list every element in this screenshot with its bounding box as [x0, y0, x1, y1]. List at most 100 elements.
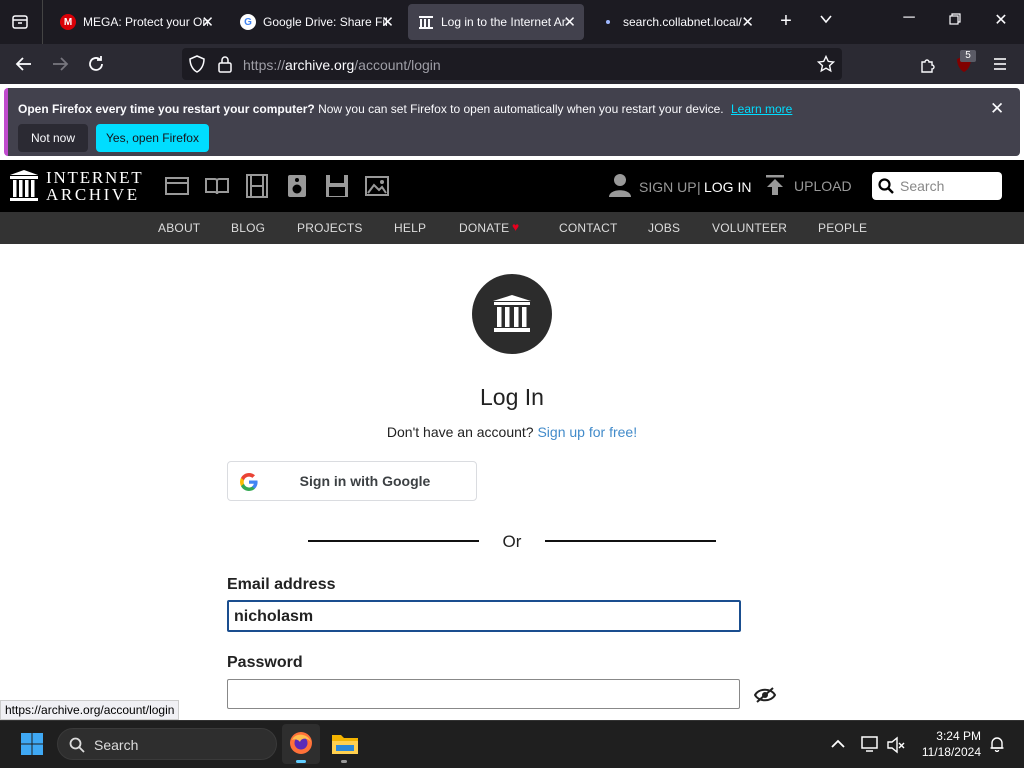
close-tab-icon[interactable]: ✕ — [741, 13, 754, 31]
password-field[interactable] — [227, 679, 740, 709]
learn-more-link[interactable]: Learn more — [731, 102, 792, 116]
email-value: nicholasm — [234, 608, 314, 625]
log-in-link[interactable]: LOG IN — [704, 179, 751, 195]
account-separator: | — [697, 179, 701, 195]
clock-date[interactable]: 11/18/2024 — [915, 745, 981, 759]
yes-open-firefox-button[interactable]: Yes, open Firefox — [96, 124, 209, 152]
close-window-button[interactable]: ✕ — [986, 10, 1016, 30]
or-separator: Or — [502, 532, 522, 551]
close-tab-icon[interactable]: ✕ — [563, 13, 576, 31]
heart-icon: ♥ — [512, 220, 520, 234]
tab-list-icon[interactable] — [10, 12, 30, 32]
tab-strip: M MEGA: Protect your Online Privacy ✕ G … — [0, 0, 1024, 44]
nav-donate[interactable]: DONATE — [459, 221, 509, 235]
sign-up-free-link[interactable]: Sign up for free! — [537, 424, 637, 440]
divider-right — [545, 540, 716, 542]
search-icon — [878, 178, 894, 194]
notification-description: Now you can set Firefox to open automati… — [318, 102, 724, 116]
google-favicon-icon: G — [240, 14, 256, 30]
texts-book-icon[interactable] — [205, 174, 229, 198]
tab-divider — [42, 0, 43, 44]
google-sign-in-button[interactable]: Sign in with Google — [227, 461, 477, 501]
network-display-icon[interactable] — [861, 735, 879, 753]
url-host: archive.org — [285, 57, 355, 73]
upload-link[interactable]: UPLOAD — [794, 178, 852, 194]
archive-favicon-icon — [418, 14, 434, 30]
back-button[interactable] — [12, 52, 36, 76]
minimize-button[interactable]: ─ — [894, 9, 924, 27]
url-text[interactable]: https://archive.org/account/login — [243, 57, 441, 73]
signup-prompt: Don't have an account? Sign up for free! — [0, 424, 1024, 440]
nav-volunteer[interactable]: VOLUNTEER — [712, 221, 787, 235]
url-prefix: https:// — [243, 57, 286, 73]
show-password-eye-icon[interactable] — [753, 686, 777, 704]
no-account-text: Don't have an account? — [386, 424, 534, 440]
nav-about[interactable]: ABOUT — [158, 221, 200, 235]
close-tab-icon[interactable]: ✕ — [201, 13, 214, 31]
volume-muted-icon[interactable] — [887, 736, 905, 754]
notification-question: Open Firefox every time you restart your… — [18, 102, 315, 116]
app-menu-icon[interactable] — [991, 55, 1009, 73]
divider-left — [308, 540, 479, 542]
video-film-icon[interactable] — [245, 174, 269, 198]
nav-people[interactable]: PEOPLE — [818, 221, 867, 235]
software-floppy-icon[interactable] — [325, 174, 349, 198]
show-hidden-icons-chevron-icon[interactable] — [830, 737, 846, 751]
upload-arrow-icon[interactable] — [765, 174, 785, 196]
clock-time[interactable]: 3:24 PM — [915, 729, 981, 743]
tab-title: MEGA: Protect your Online Privacy — [83, 15, 208, 29]
notifications-bell-icon[interactable] — [989, 736, 1005, 753]
images-icon[interactable] — [365, 174, 389, 198]
windows-start-icon[interactable] — [21, 733, 43, 755]
mega-favicon-icon: M — [60, 14, 76, 30]
audio-speaker-icon[interactable] — [285, 174, 309, 198]
firefox-taskbar-icon[interactable] — [282, 724, 320, 764]
tab-title: Log in to the Internet Archive — [441, 15, 566, 29]
taskbar-search-icon — [69, 737, 85, 753]
ia-logo-line2: ARCHIVE — [46, 185, 140, 204]
reload-button[interactable] — [84, 52, 108, 76]
url-path: /account/login — [354, 57, 441, 73]
lock-icon[interactable] — [216, 55, 234, 73]
ia-logo[interactable]: INTERNET ARCHIVE — [8, 168, 148, 204]
list-all-tabs-button[interactable] — [811, 12, 841, 31]
collabnet-favicon-icon — [600, 14, 616, 30]
forward-button[interactable] — [48, 52, 72, 76]
tab-title: Google Drive: Share Files Online — [263, 15, 388, 29]
restore-button[interactable] — [940, 12, 970, 30]
tracking-protection-shield-icon[interactable] — [188, 55, 206, 73]
ia-circle-logo-icon — [472, 274, 552, 354]
bookmark-star-icon[interactable] — [816, 54, 836, 73]
tab-google-drive[interactable]: G Google Drive: Share Files Online ✕ — [230, 4, 402, 40]
link-status-tooltip: https://archive.org/account/login — [0, 700, 180, 720]
new-tab-button[interactable]: + — [771, 10, 801, 33]
file-explorer-folder-icon[interactable] — [328, 724, 362, 764]
extensions-puzzle-icon[interactable] — [918, 55, 938, 75]
nav-help[interactable]: HELP — [394, 221, 426, 235]
ia-logo-icon — [10, 170, 38, 201]
google-button-label: Sign in with Google — [299, 473, 431, 489]
sign-up-link[interactable]: SIGN UP — [639, 179, 697, 195]
nav-contact[interactable]: CONTACT — [559, 221, 618, 235]
tab-title: search.collabnet.local/ — [623, 15, 742, 29]
nav-projects[interactable]: PROJECTS — [297, 221, 363, 235]
tab-internet-archive[interactable]: Log in to the Internet Archive ✕ — [408, 4, 584, 40]
web-media-icon[interactable] — [165, 174, 189, 198]
notification-text: Open Firefox every time you restart your… — [18, 102, 792, 116]
email-field[interactable]: nicholasm — [227, 600, 741, 632]
user-avatar-icon[interactable] — [609, 173, 631, 197]
page-title: Log In — [480, 384, 544, 410]
ia-search-box[interactable]: Search — [872, 172, 1002, 200]
taskbar-search-box[interactable]: Search — [57, 728, 277, 760]
tab-collabnet[interactable]: search.collabnet.local/ ✕ — [590, 4, 762, 40]
nav-blog[interactable]: BLOG — [231, 221, 265, 235]
not-now-button[interactable]: Not now — [18, 124, 88, 152]
close-tab-icon[interactable]: ✕ — [381, 13, 394, 31]
nav-jobs[interactable]: JOBS — [648, 221, 680, 235]
extension-badge: 5 — [960, 50, 976, 62]
tab-mega[interactable]: M MEGA: Protect your Online Privacy ✕ — [50, 4, 222, 40]
ia-top-bar — [0, 160, 1024, 212]
close-notification-icon[interactable]: ✕ — [990, 99, 1004, 119]
email-label: Email address — [227, 576, 336, 593]
password-label: Password — [227, 654, 303, 671]
